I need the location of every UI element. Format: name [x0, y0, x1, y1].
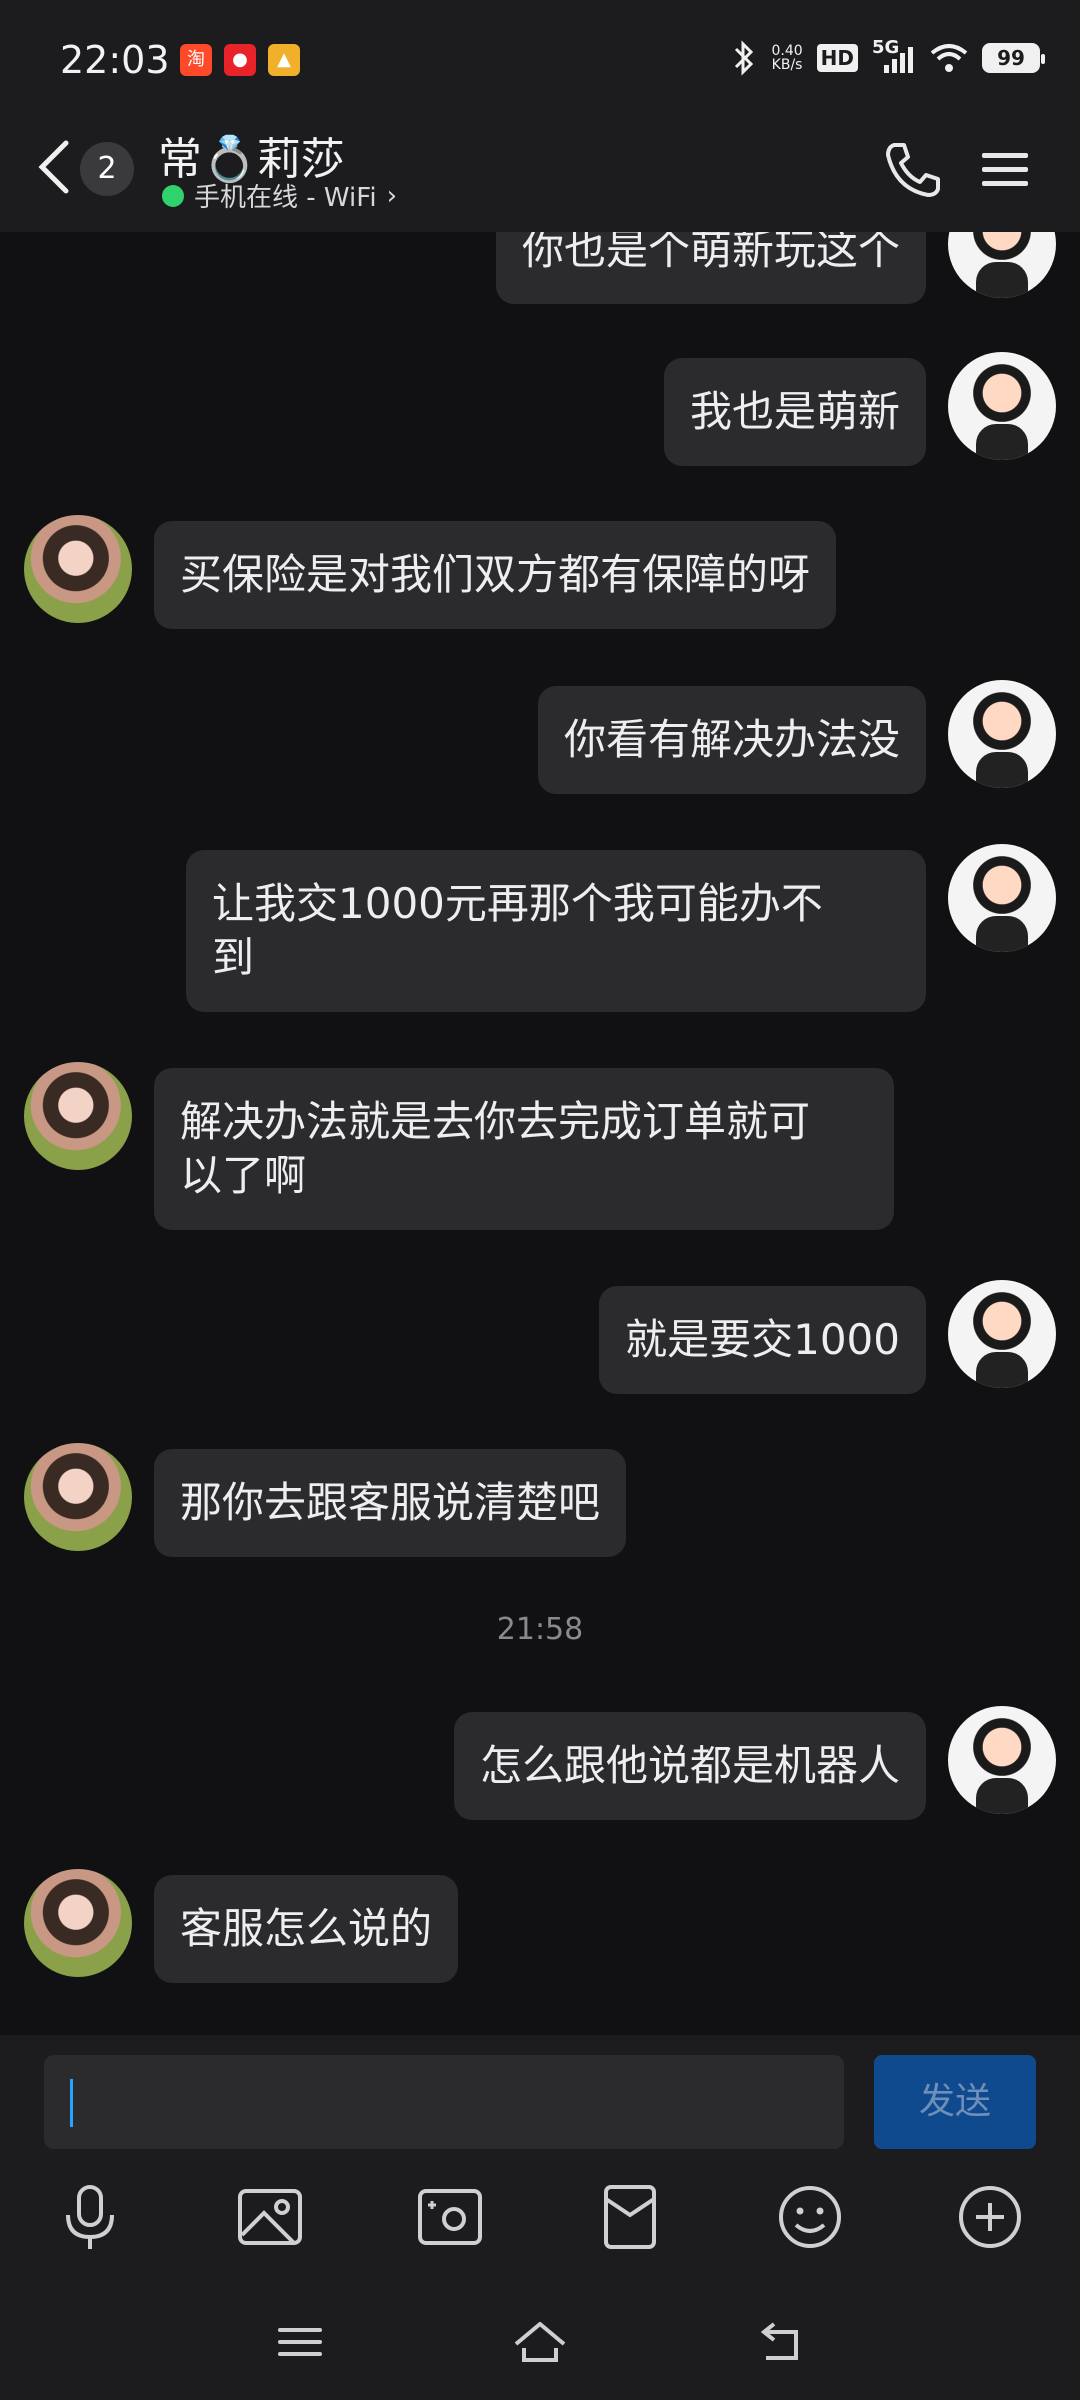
message-bubble-received[interactable]: 买保险是对我们双方都有保障的呀	[154, 521, 837, 629]
speed-unit: KB/s	[771, 57, 803, 73]
menu-icon[interactable]	[978, 139, 1032, 199]
online-status[interactable]: 手机在线 - WiFi ›	[162, 177, 397, 214]
contact-avatar[interactable]	[24, 1062, 132, 1170]
recent-apps-icon[interactable]	[270, 2312, 330, 2372]
back-nav-icon[interactable]	[750, 2312, 810, 2372]
app-notification-icon-2: ▲	[268, 44, 300, 76]
status-text: 手机在线 - WiFi	[194, 183, 377, 213]
bluetooth-icon	[735, 40, 754, 76]
contact-avatar[interactable]	[24, 1869, 132, 1977]
composer-toolbar	[0, 2181, 1080, 2271]
my-avatar[interactable]	[948, 232, 1056, 298]
system-navigation-bar	[0, 2290, 1080, 2400]
message-bubble-received[interactable]: 客服怎么说的	[154, 1875, 459, 1983]
app-notification-icon: ●	[224, 44, 256, 76]
back-icon[interactable]	[34, 137, 74, 197]
my-avatar[interactable]	[948, 1706, 1056, 1814]
wifi-icon	[930, 44, 968, 72]
unread-badge[interactable]: 2	[80, 142, 134, 196]
clock: 22:03	[60, 38, 170, 82]
my-avatar[interactable]	[948, 844, 1056, 952]
contact-avatar[interactable]	[24, 515, 132, 623]
plus-icon[interactable]	[954, 2181, 1026, 2253]
battery-icon: 99	[982, 43, 1045, 73]
message-bubble-sent[interactable]: 怎么跟他说都是机器人	[453, 1712, 926, 1820]
message-bubble-sent[interactable]: 你也是个萌新玩这个	[495, 232, 926, 304]
message-bubble-sent[interactable]: 就是要交1000	[599, 1286, 926, 1394]
message-bubble-sent[interactable]: 让我交1000元再那个我可能办不 到	[186, 850, 926, 1012]
message-bubble-received[interactable]: 解决办法就是去你去完成订单就可 以了啊	[154, 1068, 894, 1230]
online-dot-icon	[162, 184, 184, 207]
hd-badge: HD	[816, 44, 858, 72]
send-button[interactable]: 发送	[874, 2055, 1036, 2149]
microphone-icon[interactable]	[54, 2181, 126, 2253]
my-avatar[interactable]	[948, 352, 1056, 460]
emoji-icon[interactable]	[774, 2181, 846, 2253]
phone-call-icon[interactable]	[880, 137, 944, 201]
taobao-notification-icon: 淘	[180, 44, 212, 76]
home-icon[interactable]	[510, 2312, 570, 2372]
text-caret	[70, 2079, 73, 2127]
composer: 发送	[0, 2035, 1080, 2400]
chevron-right-icon: ›	[386, 180, 397, 211]
network-speed: 0.40 KB/s	[771, 44, 802, 72]
message-timestamp: 21:58	[496, 1612, 584, 1647]
camera-icon[interactable]	[414, 2181, 486, 2253]
message-list[interactable]: 你也是个萌新玩这个 我也是萌新 买保险是对我们双方都有保障的呀 你看有解决办法没…	[0, 232, 1080, 2032]
chat-header: 2 常💍莉莎 手机在线 - WiFi ›	[0, 115, 1080, 232]
message-bubble-sent[interactable]: 你看有解决办法没	[537, 686, 926, 794]
my-avatar[interactable]	[948, 680, 1056, 788]
image-icon[interactable]	[234, 2181, 306, 2253]
contact-avatar[interactable]	[24, 1443, 132, 1551]
speed-value: 0.40	[771, 43, 803, 59]
message-input[interactable]	[44, 2055, 844, 2149]
red-packet-icon[interactable]	[594, 2181, 666, 2253]
message-bubble-received[interactable]: 那你去跟客服说清楚吧	[154, 1449, 627, 1557]
my-avatar[interactable]	[948, 1280, 1056, 1388]
cellular-signal-icon: 5G	[872, 37, 916, 75]
message-bubble-sent[interactable]: 我也是萌新	[663, 358, 926, 466]
status-icons: 0.40 KB/s HD 5G 99	[731, 37, 1045, 78]
status-bar: 22:03 淘 ● ▲ 0.40 KB/s HD 5G 99	[0, 0, 1080, 115]
